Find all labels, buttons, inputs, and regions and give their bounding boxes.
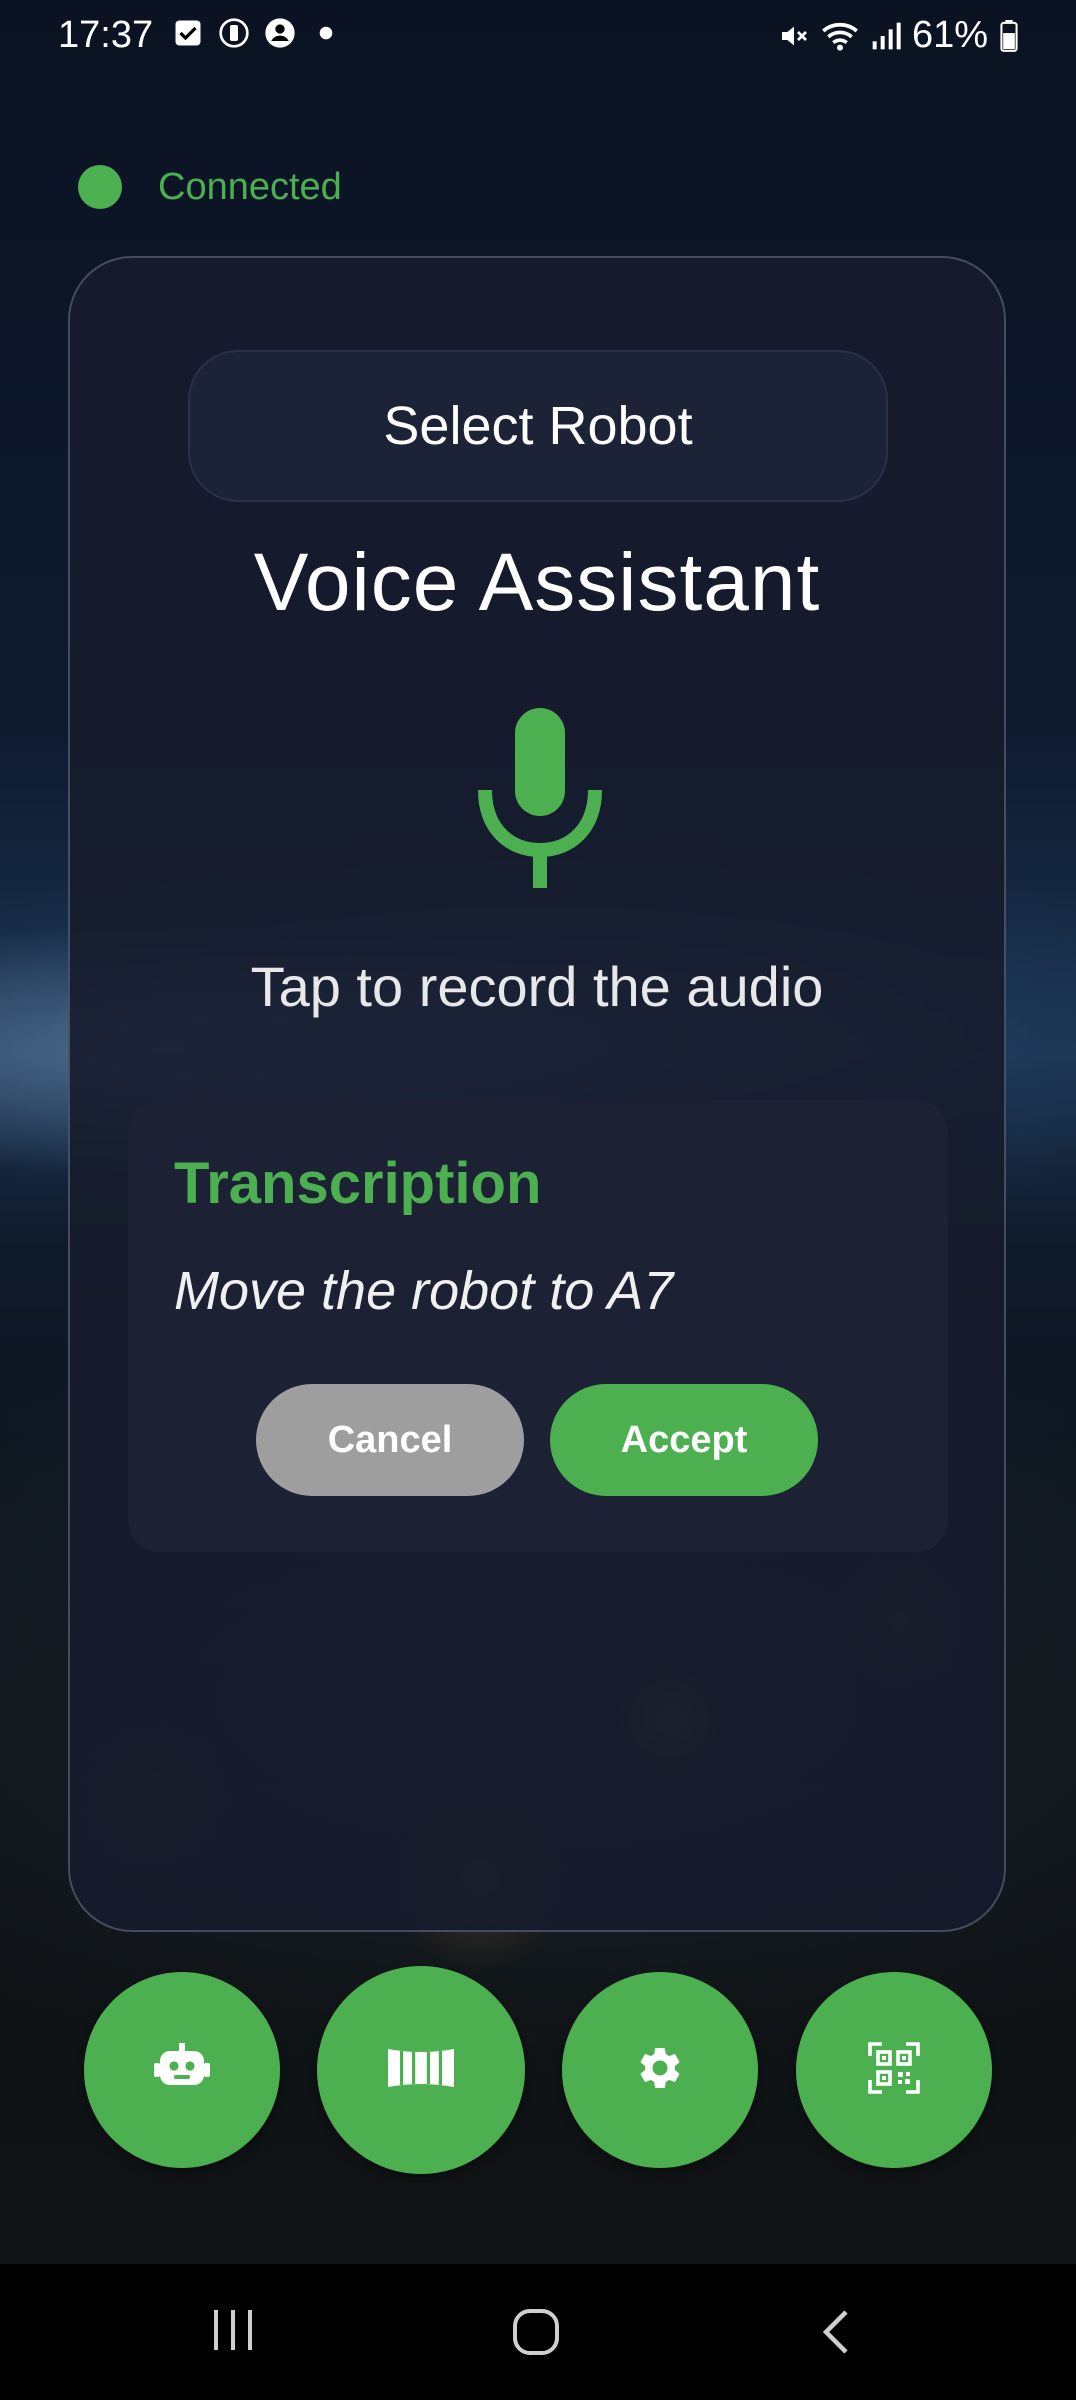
record-hint: Tap to record the audio — [250, 955, 824, 1018]
account-circle-icon — [264, 17, 296, 49]
transcription-panel: Transcription Move the robot to A7 Cance… — [128, 1100, 948, 1552]
settings-icon — [635, 2043, 685, 2098]
panorama-button[interactable] — [317, 1966, 525, 2174]
qr-code-scanner-icon — [868, 2041, 920, 2099]
connection-label: Connected — [158, 165, 342, 208]
transcription-text: Move the robot to A7 — [174, 1261, 674, 1321]
status-right-icons: 61% — [778, 14, 1020, 57]
recent-apps-icon[interactable] — [210, 2308, 256, 2357]
home-icon[interactable] — [512, 2308, 560, 2361]
panorama-icon — [388, 2048, 454, 2092]
check-box-icon — [172, 17, 204, 49]
settings-button[interactable] — [562, 1972, 758, 2168]
microphone-icon[interactable] — [475, 708, 603, 888]
navigation-bar — [0, 2264, 1076, 2400]
robot-icon — [154, 2042, 210, 2098]
transcription-heading: Transcription — [174, 1151, 542, 1216]
cancel-button[interactable]: Cancel — [256, 1384, 524, 1496]
signal-icon — [870, 20, 902, 52]
connection-status: Connected — [78, 165, 342, 209]
page-title: Voice Assistant — [253, 537, 821, 628]
accept-button[interactable]: Accept — [550, 1384, 818, 1496]
battery-percent: 61% — [911, 14, 988, 56]
app-timer-icon — [218, 17, 250, 49]
status-time: 17:37 — [58, 14, 154, 56]
dot-icon — [310, 17, 342, 49]
voice-assistant-card: Select Robot Voice Assistant Tap to reco… — [68, 256, 1006, 1932]
status-bar: 17:37 61% — [0, 0, 1076, 70]
robot-button[interactable] — [84, 1972, 280, 2168]
back-icon[interactable] — [820, 2308, 852, 2361]
connection-indicator — [78, 165, 122, 209]
select-robot-button[interactable]: Select Robot — [188, 350, 888, 502]
status-left-icons — [172, 17, 342, 49]
battery-icon — [998, 19, 1020, 52]
wifi-icon — [820, 20, 860, 52]
mute-icon — [778, 20, 810, 52]
qr-scan-button[interactable] — [796, 1972, 992, 2168]
